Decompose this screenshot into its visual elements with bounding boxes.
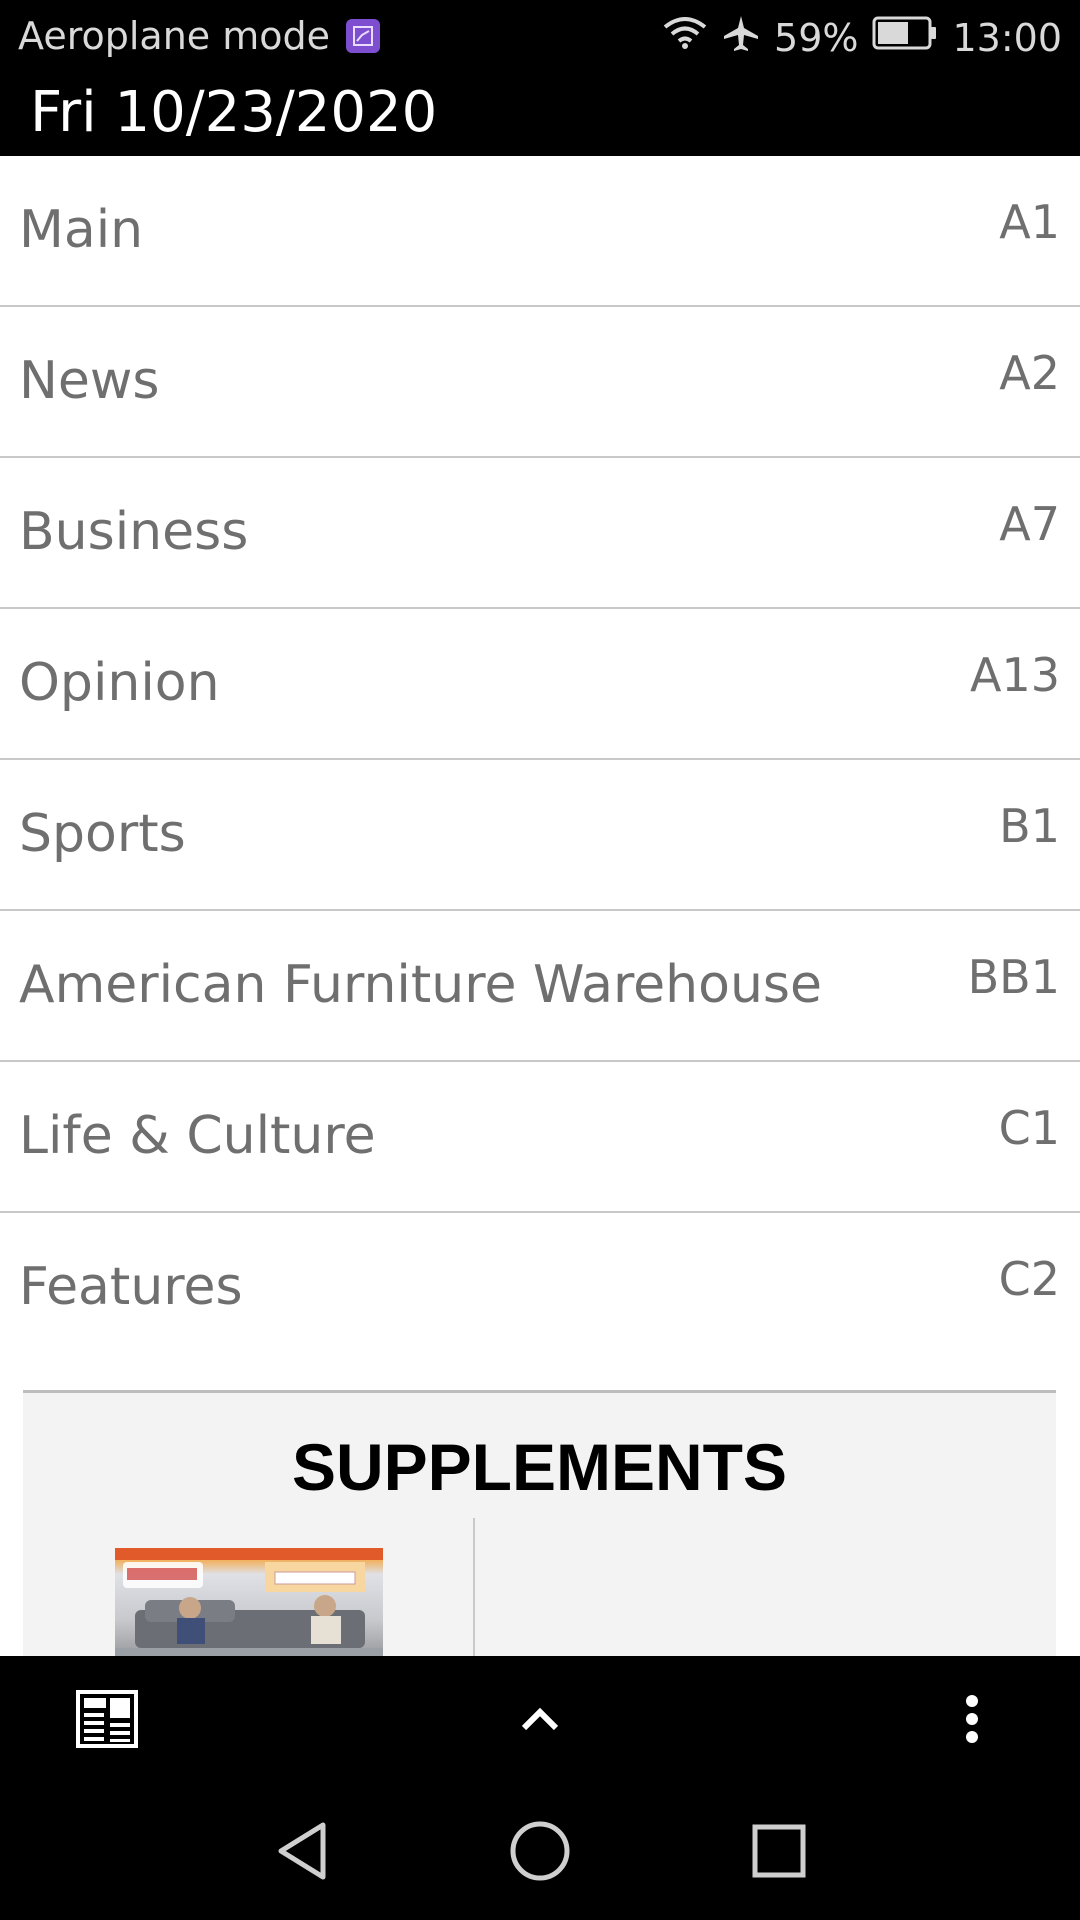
aeroplane-mode-label: Aeroplane mode (18, 14, 331, 58)
section-page-number: A1 (999, 195, 1060, 249)
section-row-features[interactable]: Features C2 (0, 1213, 1080, 1364)
section-page-number: BB1 (967, 950, 1060, 1004)
chevron-up-icon[interactable] (505, 1689, 575, 1749)
supplements-panel: SUPPLEMENTS (23, 1390, 1056, 1656)
section-name: Business (19, 502, 249, 562)
section-name: News (19, 351, 160, 411)
supplement-thumbnail[interactable] (115, 1548, 383, 1656)
airplane-icon (722, 14, 760, 61)
status-bar: Aeroplane mode 59% 13:00 (0, 0, 1080, 74)
status-right: 59% 13:00 (662, 14, 1062, 61)
battery-percent: 59% (774, 15, 859, 60)
section-page-number: C2 (998, 1252, 1060, 1306)
battery-icon (872, 15, 938, 60)
section-name: American Furniture Warehouse (19, 955, 822, 1015)
section-name: Main (19, 200, 144, 260)
section-name: Life & Culture (19, 1106, 376, 1166)
status-time: 13:00 (952, 15, 1062, 60)
section-page-number: A7 (999, 497, 1060, 551)
section-row-american-furniture-warehouse[interactable]: American Furniture Warehouse BB1 (0, 911, 1080, 1062)
section-name: Opinion (19, 653, 220, 713)
app-bottom-bar (0, 1656, 1080, 1782)
section-row-sports[interactable]: Sports B1 (0, 760, 1080, 911)
section-row-main[interactable]: Main A1 (0, 156, 1080, 307)
section-row-life-culture[interactable]: Life & Culture C1 (0, 1062, 1080, 1213)
supplements-divider (473, 1518, 475, 1656)
section-page-number: A2 (999, 346, 1060, 400)
date-header: Fri 10/23/2020 (0, 74, 1080, 156)
section-page-number: A13 (969, 648, 1060, 702)
section-row-news[interactable]: News A2 (0, 307, 1080, 458)
section-name: Features (19, 1257, 243, 1317)
supplements-title: SUPPLEMENTS (291, 1430, 788, 1504)
section-list: Main A1 News A2 Business A7 Opinion A13 … (0, 156, 1080, 1364)
section-row-business[interactable]: Business A7 (0, 458, 1080, 609)
more-vert-icon[interactable] (942, 1684, 1002, 1754)
section-page-number: B1 (999, 799, 1060, 853)
wifi-icon (662, 15, 708, 60)
status-left: Aeroplane mode (18, 14, 381, 58)
back-icon[interactable] (268, 1818, 338, 1884)
system-nav-bar (0, 1782, 1080, 1920)
gallery-icon (346, 19, 381, 53)
section-name: Sports (19, 804, 186, 864)
recents-icon[interactable] (744, 1818, 814, 1884)
section-page-number: C1 (998, 1101, 1060, 1155)
issue-date[interactable]: Fri 10/23/2020 (30, 78, 437, 148)
home-icon[interactable] (505, 1818, 575, 1884)
newspaper-icon[interactable] (72, 1686, 142, 1752)
section-row-opinion[interactable]: Opinion A13 (0, 609, 1080, 760)
